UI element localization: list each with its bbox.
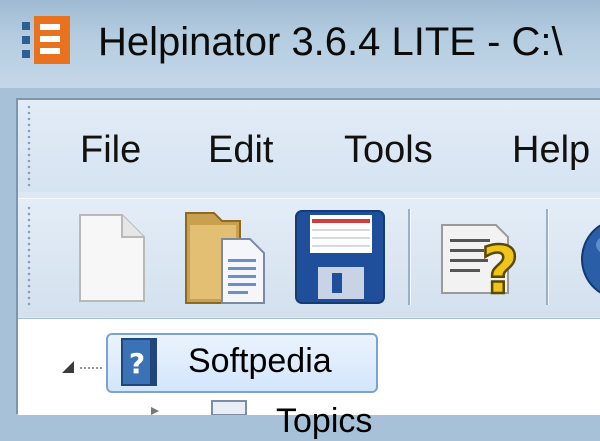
open-folder-icon	[185, 212, 265, 304]
help-document-icon: ?	[441, 224, 520, 310]
save-button[interactable]	[290, 205, 390, 309]
svg-text:?: ?	[129, 347, 145, 380]
help-book-icon: ?	[121, 338, 157, 386]
menu-help[interactable]: Help	[512, 124, 590, 176]
toolbar-grip[interactable]	[26, 205, 32, 309]
toolbar-separator	[546, 209, 549, 305]
topic-folder-icon	[211, 400, 247, 415]
svg-text:?: ?	[481, 232, 519, 309]
window-title: Helpinator 3.6.4 LITE - C:\	[98, 20, 563, 64]
title-bar[interactable]: Helpinator 3.6.4 LITE - C:\	[0, 0, 600, 88]
help-topic-button[interactable]: ?	[430, 205, 530, 310]
toolbar: ?	[18, 198, 600, 317]
new-document-icon	[79, 214, 145, 302]
collapse-triangle-icon[interactable]	[60, 359, 76, 375]
menu-grip[interactable]	[26, 104, 32, 188]
window-client: File Edit Tools Help ? ? Softpedia Topic…	[16, 98, 600, 440]
expand-triangle-icon[interactable]	[150, 407, 160, 415]
menu-tools[interactable]: Tools	[344, 124, 433, 176]
menu-bar: File Edit Tools Help	[18, 100, 600, 192]
topic-tree[interactable]: ? Softpedia Topics	[18, 318, 600, 440]
menu-edit[interactable]: Edit	[208, 124, 273, 176]
tree-child-label[interactable]: Topics	[276, 401, 372, 441]
globe-button[interactable]	[568, 205, 600, 309]
tree-connector-line	[80, 367, 102, 369]
toolbar-separator	[408, 209, 411, 305]
new-document-button[interactable]	[68, 205, 168, 309]
helpinator-app-icon[interactable]	[18, 12, 74, 68]
menu-file[interactable]: File	[80, 124, 141, 176]
open-folder-button[interactable]	[178, 205, 278, 309]
floppy-disk-icon	[295, 210, 385, 304]
tree-node-label[interactable]: Softpedia	[188, 333, 332, 389]
globe-icon	[581, 224, 600, 294]
